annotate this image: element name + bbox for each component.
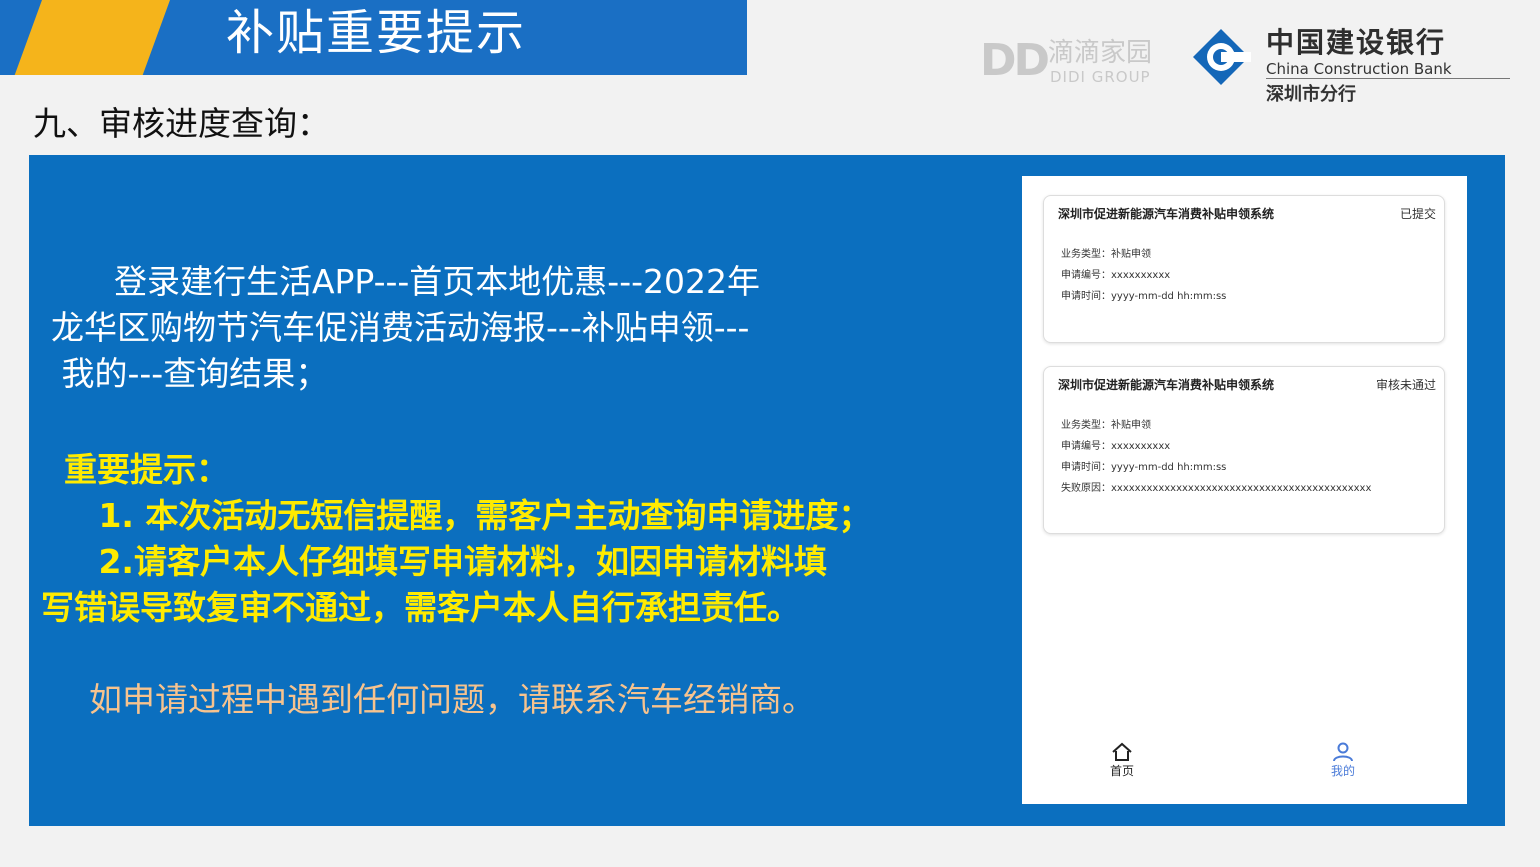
card-title: 深圳市促进新能源汽车消费补贴申领系统 — [1058, 378, 1275, 392]
tip-item-2-line-1: 2.请客户本人仔细填写申请材料，如因申请材料填 — [41, 542, 827, 581]
instruction-line: 我的---查询结果； — [51, 354, 329, 393]
instruction-line: 龙华区购物节汽车促消费活动海报---补贴申领--- — [51, 308, 750, 347]
user-icon — [1333, 742, 1353, 762]
title-accent-stripe — [8, 0, 170, 75]
card-row-type: 业务类型：补贴申领 — [1061, 249, 1151, 260]
instruction-line: 登录建行生活APP---首页本地优惠---2022年 — [51, 262, 761, 301]
ccb-name-en: China Construction Bank — [1266, 60, 1510, 79]
title-bar: 补贴重要提示 — [0, 0, 747, 75]
page-title: 补贴重要提示 — [226, 5, 527, 61]
card-row-reason: 失败原因：xxxxxxxxxxxxxxxxxxxxxxxxxxxxxxxxxxx… — [1061, 483, 1372, 494]
didi-logo-name-cn: 滴滴家园 — [1048, 38, 1153, 68]
tips-heading: 重要提示： — [41, 450, 229, 489]
tip-item-2-line-2: 写错误导致复审不通过，需客户本人自行承担责任。 — [41, 588, 800, 627]
tab-home[interactable]: 首页 — [1092, 742, 1152, 779]
ccb-branch-name: 深圳市分行 — [1266, 84, 1356, 105]
application-card-rejected[interactable]: 深圳市促进新能源汽车消费补贴申领系统 审核未通过 业务类型：补贴申领 申请编号：… — [1043, 366, 1445, 534]
ccb-logo-icon — [1193, 29, 1251, 85]
tab-home-label: 首页 — [1109, 764, 1134, 778]
tab-mine-label: 我的 — [1330, 764, 1355, 778]
section-heading: 九、审核进度查询： — [33, 104, 330, 143]
card-row-number: 申请编号：xxxxxxxxxx — [1061, 441, 1171, 452]
ccb-name-cn: 中国建设银行 — [1266, 26, 1447, 59]
instructions-text: 登录建行生活APP---首页本地优惠---2022年 龙华区购物节汽车促消费活动… — [51, 259, 951, 397]
card-title: 深圳市促进新能源汽车消费补贴申领系统 — [1058, 207, 1275, 221]
didi-logo-mark: DD — [980, 35, 1050, 86]
phone-screenshot: 深圳市促进新能源汽车消费补贴申领系统 已提交 业务类型：补贴申领 申请编号：xx… — [1022, 176, 1467, 804]
card-row-type: 业务类型：补贴申领 — [1061, 420, 1151, 431]
card-row-number: 申请编号：xxxxxxxxxx — [1061, 270, 1171, 281]
card-status: 审核未通过 — [1375, 378, 1436, 392]
card-status: 已提交 — [1399, 207, 1436, 221]
didi-logo-name-en: DIDI GROUP — [1050, 68, 1151, 86]
main-panel: 登录建行生活APP---首页本地优惠---2022年 龙华区购物节汽车促消费活动… — [29, 155, 1505, 826]
card-row-time: 申请时间：yyyy-mm-dd hh:mm:ss — [1061, 291, 1227, 302]
card-row-time: 申请时间：yyyy-mm-dd hh:mm:ss — [1061, 462, 1227, 473]
contact-note: 如申请过程中遇到任何问题，请联系汽车经销商。 — [89, 680, 815, 719]
tip-item-1: 1. 本次活动无短信提醒，需客户主动查询申请进度； — [41, 496, 872, 535]
important-tips: 重要提示： 1. 本次活动无短信提醒，需客户主动查询申请进度； 2.请客户本人仔… — [41, 447, 871, 631]
application-card-submitted[interactable]: 深圳市促进新能源汽车消费补贴申领系统 已提交 业务类型：补贴申领 申请编号：xx… — [1043, 195, 1445, 343]
home-icon — [1112, 742, 1132, 761]
tab-mine[interactable]: 我的 — [1313, 742, 1373, 779]
